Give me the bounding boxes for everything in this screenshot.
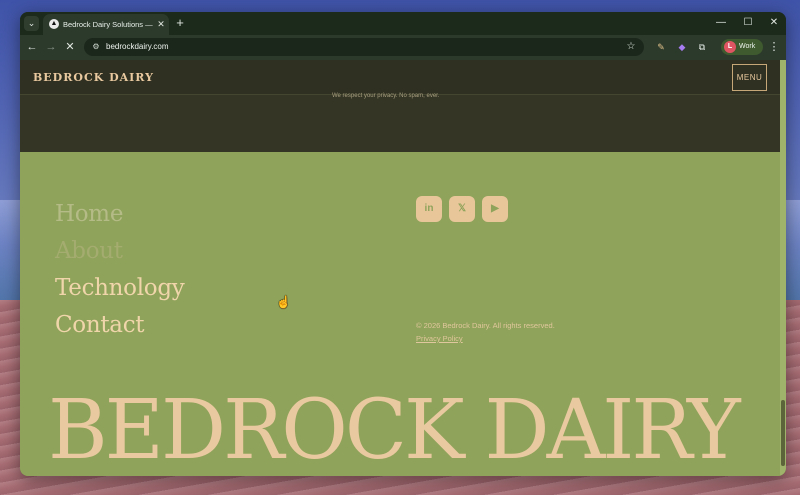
new-tab-icon[interactable]: + [172, 15, 188, 31]
footer-link-technology[interactable]: Technology [55, 272, 255, 304]
linkedin-icon: in [424, 203, 434, 214]
tab-search-icon[interactable]: ⌄ [24, 16, 39, 31]
close-tab-icon[interactable]: ✕ [155, 18, 167, 30]
site-info-icon[interactable]: ⚙ [90, 41, 102, 53]
footer-link-home[interactable]: Home [55, 198, 255, 230]
profile-button[interactable]: L Work [721, 39, 763, 55]
browser-window: ⌄ ▲ Bedrock Dairy Solutions — Knc ✕ + — … [20, 12, 786, 476]
profile-label: Work [739, 43, 756, 50]
privacy-note: We respect your privacy. No spam, ever. [332, 93, 440, 99]
address-bar[interactable]: ⚙ bedrockdairy.com ☆ [84, 38, 644, 56]
tab-bedrock-dairy[interactable]: ▲ Bedrock Dairy Solutions — Knc ✕ [43, 14, 169, 35]
linkedin-button[interactable]: in [416, 196, 442, 222]
site-header: BEDROCK DAIRY MENU [20, 60, 780, 95]
pen-extension-icon[interactable]: ✎ [653, 39, 669, 55]
more-menu-icon[interactable]: ⋮ [768, 39, 780, 55]
site-footer: Home About Technology Contact in 𝕏 ▶ © 2… [20, 152, 780, 476]
tab-strip: ⌄ ▲ Bedrock Dairy Solutions — Knc ✕ + — … [20, 12, 786, 35]
tab-title: Bedrock Dairy Solutions — Knc [63, 20, 153, 29]
footer-link-contact[interactable]: Contact [55, 309, 255, 341]
newsletter-section: We respect your privacy. No spam, ever. [20, 93, 780, 152]
url-text[interactable]: bedrockdairy.com [106, 40, 406, 54]
scroll-thumb[interactable] [781, 400, 785, 466]
close-window-icon[interactable]: ✕ [763, 15, 785, 31]
favicon-icon: ▲ [49, 19, 59, 29]
bookmark-star-icon[interactable]: ☆ [624, 40, 638, 54]
copyright-text: © 2026 Bedrock Dairy. All rights reserve… [416, 321, 555, 330]
privacy-policy-link[interactable]: Privacy Policy [416, 333, 496, 345]
footer-wordmark: BEDROCK DAIRY [48, 383, 741, 476]
forward-icon[interactable]: → [43, 39, 59, 55]
extensions-puzzle-icon[interactable]: ⧉ [694, 39, 710, 55]
x-button[interactable]: 𝕏 [449, 196, 475, 222]
extension-badge-icon[interactable]: ◆ [674, 39, 690, 55]
menu-button[interactable]: MENU [732, 64, 767, 91]
browser-toolbar: ← → ✕ ⚙ bedrockdairy.com ☆ ✎ ◆ ⧉ L Work … [20, 35, 786, 60]
avatar: L [724, 41, 736, 53]
page-scrollbar[interactable] [780, 60, 786, 476]
youtube-button[interactable]: ▶ [482, 196, 508, 222]
back-icon[interactable]: ← [24, 39, 40, 55]
page-viewport: BEDROCK DAIRY MENU We respect your priva… [20, 60, 786, 476]
brand-logo-text[interactable]: BEDROCK DAIRY [33, 70, 213, 86]
minimize-icon[interactable]: — [710, 15, 732, 31]
maximize-icon[interactable]: ☐ [737, 15, 759, 31]
x-icon: 𝕏 [457, 203, 467, 214]
youtube-icon: ▶ [491, 203, 499, 214]
stop-loading-icon[interactable]: ✕ [62, 39, 78, 55]
footer-link-about[interactable]: About [55, 235, 255, 267]
hand-cursor-icon: ☝ [276, 295, 291, 309]
